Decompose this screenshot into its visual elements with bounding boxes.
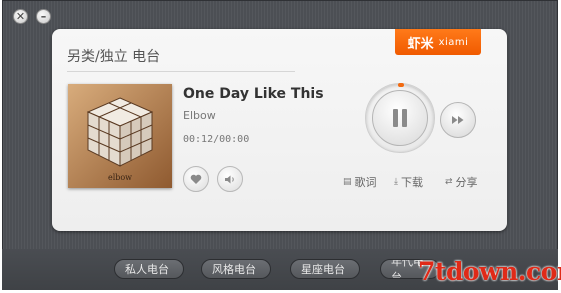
close-icon: ✕ [15, 10, 26, 23]
logo-cn-text: 虾米 [407, 36, 434, 52]
play-pause-button[interactable] [372, 90, 428, 146]
share-label: 分享 [455, 176, 478, 189]
download-icon: ⤓ [394, 177, 398, 187]
share-icon: ⇄ [445, 177, 453, 187]
album-art: elbow [68, 84, 172, 188]
minimize-icon: – [40, 10, 47, 23]
tab-private-radio[interactable]: 私人电台 [114, 259, 184, 279]
lyrics-label: 歌词 [354, 176, 377, 189]
track-time: 00:12/00:00 [183, 134, 250, 145]
watermark: 7tdown.com [418, 257, 561, 286]
album-cover-image: elbow [68, 84, 172, 188]
like-button[interactable] [183, 166, 209, 192]
progress-indicator [398, 83, 404, 87]
tab-label: 风格电台 [212, 263, 256, 276]
track-artist: Elbow [183, 109, 216, 122]
fast-forward-icon [452, 116, 464, 124]
tab-label: 私人电台 [125, 263, 169, 276]
share-button[interactable]: ⇄ 分享 [445, 174, 478, 190]
tab-style-radio[interactable]: 风格电台 [201, 259, 271, 279]
channel-title: 另类/独立 电台 [67, 49, 161, 65]
xiami-logo: 虾米 xiami [395, 29, 481, 55]
download-button[interactable]: ⤓ 下载 [394, 174, 423, 190]
close-button[interactable]: ✕ [13, 9, 28, 24]
heart-icon [190, 174, 202, 184]
track-title: One Day Like This [183, 86, 324, 102]
pause-icon [393, 109, 398, 127]
speaker-icon [224, 175, 234, 183]
tab-label: 星座电台 [301, 263, 345, 276]
player-card: 另类/独立 电台 虾米 xiami elbow One Day Like Thi… [52, 29, 507, 231]
logo-en-text: xiami [438, 36, 469, 48]
title-divider [67, 71, 295, 72]
download-label: 下载 [400, 176, 423, 189]
volume-button[interactable] [217, 166, 243, 192]
lyrics-button[interactable]: ▤ 歌词 [343, 174, 377, 190]
lyrics-icon: ▤ [343, 177, 352, 187]
tab-zodiac-radio[interactable]: 星座电台 [290, 259, 360, 279]
minimize-button[interactable]: – [36, 9, 51, 24]
next-button[interactable] [440, 102, 476, 138]
album-art-label: elbow [108, 173, 132, 182]
